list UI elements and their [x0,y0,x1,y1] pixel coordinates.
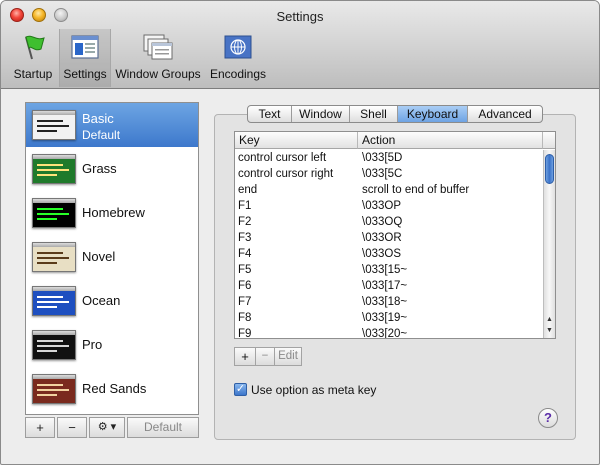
key-cell: F8 [238,312,252,324]
table-row[interactable]: end scroll to end of buffer [235,182,543,198]
toolbar-label-window-groups: Window Groups [115,67,201,81]
key-cell: F4 [238,248,252,260]
column-header-key[interactable]: Key [235,132,358,149]
key-mapping-table[interactable]: Key Action control cursor left \033[5D co… [234,131,556,339]
key-cell: F1 [238,200,252,212]
green-flag-icon [25,35,45,60]
gear-menu-button[interactable]: ⚙ ▾ [89,417,125,438]
table-row[interactable]: F8 \033[19~ [235,310,543,326]
key-cell: control cursor right [238,168,334,180]
table-row[interactable]: F6 \033[17~ [235,278,543,294]
toolbar-label-encodings: Encodings [209,67,267,81]
profile-item-pro[interactable]: Pro [26,323,198,367]
globe-flag-icon [224,35,252,59]
edit-key-mapping-button[interactable]: Edit [274,347,302,366]
key-cell: F7 [238,296,252,308]
add-key-mapping-button[interactable]: + [234,347,256,366]
titlebar: Settings Startup Settings Window Groups … [1,1,599,89]
key-cell: end [238,184,258,196]
window-groups-icon [143,34,173,60]
profile-default-label: Default [82,128,121,142]
action-cell: \033[18~ [362,296,408,308]
key-cell: F3 [238,232,252,244]
tab-advanced[interactable]: Advanced [468,106,542,122]
column-header-filler [543,132,555,149]
tab-text[interactable]: Text [248,106,292,122]
key-cell: F5 [238,264,252,276]
table-row[interactable]: control cursor right \033[5C [235,166,543,182]
tab-shell[interactable]: Shell [350,106,398,122]
toolbar-label-startup: Startup [13,67,53,81]
profile-thumbnail [32,154,76,184]
toolbar-label-settings: Settings [63,67,107,81]
table-row[interactable]: F9 \033[20~ [235,326,543,339]
action-cell: \033[5D [362,152,403,164]
key-cell: F9 [238,328,252,339]
profile-name: Red Sands [82,381,147,396]
profile-name: Ocean [82,293,121,308]
key-cell: control cursor left [238,152,327,164]
action-cell: \033[17~ [362,280,408,292]
tab-window[interactable]: Window [292,106,350,122]
add-profile-button[interactable]: + [25,417,55,438]
remove-key-mapping-button[interactable]: − [255,347,275,366]
profile-name: Basic [82,111,114,126]
profile-item-ocean[interactable]: Ocean [26,279,198,323]
key-cell: F2 [238,216,252,228]
action-cell: scroll to end of buffer [362,184,470,196]
window-title: Settings [276,9,324,24]
scroll-up-arrow-icon[interactable]: ▲ [544,314,555,325]
profile-thumbnail [32,286,76,316]
action-cell: \033[20~ [362,328,408,339]
profile-item-red-sands[interactable]: Red Sands [26,367,198,411]
table-row[interactable]: F7 \033[18~ [235,294,543,310]
profile-name: Homebrew [82,205,145,220]
toolbar-window-groups[interactable]: Window Groups [114,29,202,87]
profile-name: Pro [82,337,103,352]
table-row[interactable]: F4 \033OS [235,246,543,262]
remove-profile-button[interactable]: − [57,417,87,438]
table-row[interactable]: control cursor left \033[5D [235,150,543,166]
key-cell: F6 [238,280,252,292]
action-cell: \033[15~ [362,264,408,276]
toolbar-encodings[interactable]: Encodings [207,29,269,87]
profile-name: Novel [82,249,116,264]
profile-item-homebrew[interactable]: Homebrew [26,191,198,235]
scroll-down-arrow-icon[interactable]: ▼ [544,325,555,336]
option-meta-label[interactable]: Use option as meta key [251,383,376,397]
profile-thumbnail [32,242,76,272]
default-button[interactable]: Default [127,417,199,438]
table-row[interactable]: F1 \033OP [235,198,543,214]
table-scrollbar[interactable]: ▲ ▼ [543,150,555,338]
profile-thumbnail [32,198,76,228]
action-cell: \033[5C [362,168,403,180]
profile-item-grass[interactable]: Grass [26,147,198,191]
table-row[interactable]: F2 \033OQ [235,214,543,230]
profile-name: Grass [82,161,117,176]
settings-tabs: Text Window Shell Keyboard Advanced [247,105,543,123]
action-cell: \033[19~ [362,312,408,324]
help-button[interactable]: ? [538,408,558,428]
table-row[interactable]: F5 \033[15~ [235,262,543,278]
option-meta-checkbox[interactable]: ✓ [234,383,247,396]
settings-window-icon [71,35,99,59]
profile-thumbnail [32,110,76,140]
scrollbar-thumb[interactable] [545,154,554,184]
profile-item-basic[interactable]: Basic Default [26,103,198,147]
toolbar-startup[interactable]: Startup [9,29,57,87]
profile-thumbnail [32,330,76,360]
table-row[interactable]: F3 \033OR [235,230,543,246]
action-cell: \033OQ [362,216,403,228]
toolbar-settings[interactable]: Settings [59,29,111,87]
tab-keyboard[interactable]: Keyboard [398,106,468,122]
action-cell: \033OS [362,248,401,260]
profile-thumbnail [32,374,76,404]
settings-window: Settings Startup Settings Window Groups … [0,0,600,465]
action-cell: \033OR [362,232,402,244]
column-header-action[interactable]: Action [358,132,543,149]
profile-list[interactable]: Basic Default Grass Homebrew Novel Ocean… [25,102,199,415]
profile-item-novel[interactable]: Novel [26,235,198,279]
action-cell: \033OP [362,200,401,212]
